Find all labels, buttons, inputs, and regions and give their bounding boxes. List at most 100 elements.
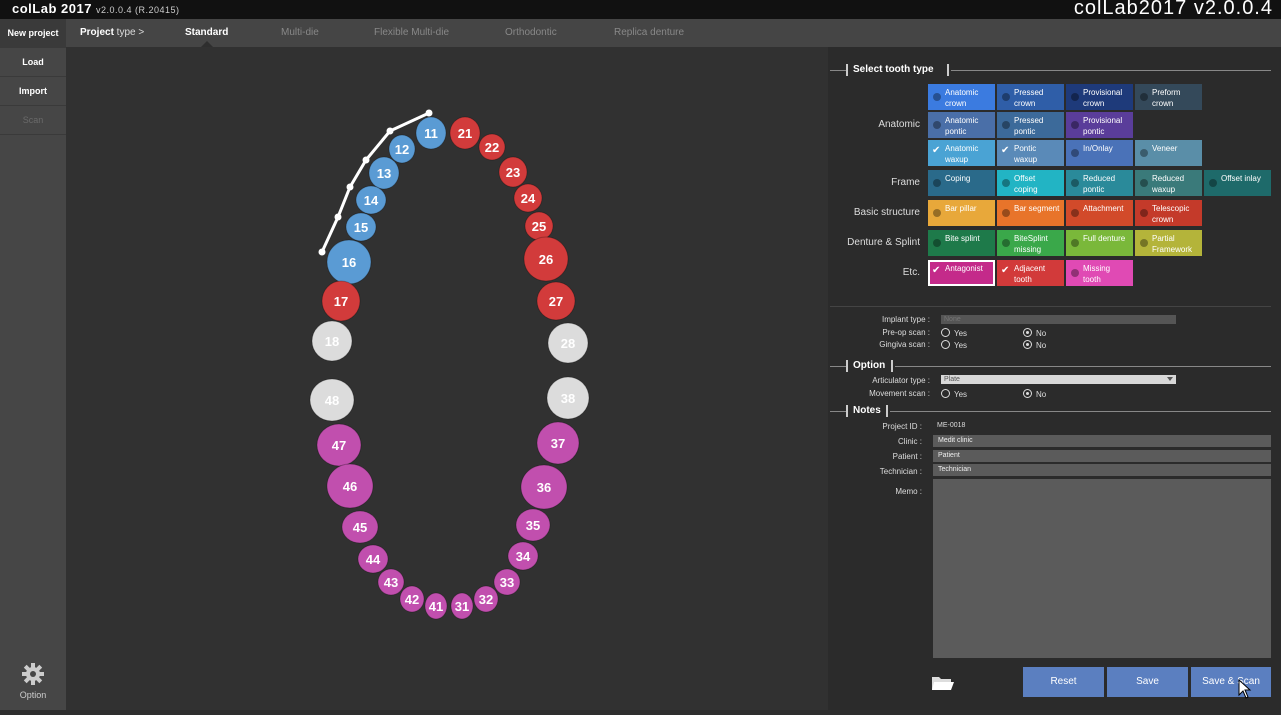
section-line [830,366,846,367]
tooth-type-button-pontic-waxup[interactable]: ✔ Pontic waxup [997,140,1064,166]
checkmark-icon: ✔ [932,145,941,156]
tooth-26[interactable]: 26 [523,236,569,282]
tooth-25[interactable]: 25 [524,211,554,241]
tooth-type-button-anatomic-pontic[interactable]: Anatomic pontic [928,112,995,138]
tooth-type-button-provisional-pontic[interactable]: Provisional pontic [1066,112,1133,138]
tooth-17[interactable]: 17 [321,280,361,322]
tooth-28[interactable]: 28 [547,322,589,364]
tooth-14[interactable]: 14 [355,185,387,215]
tooth-41[interactable]: 41 [424,592,448,620]
tooth-type-button-in-onlay[interactable]: In/Onlay [1066,140,1133,166]
option-button[interactable]: Option [0,662,66,700]
articulator-type-select[interactable]: Plate [941,375,1176,384]
tooth-34[interactable]: 34 [507,541,539,571]
tooth-16[interactable]: 16 [326,239,372,285]
tooth-type-button-offset-coping[interactable]: Offset coping [997,170,1064,196]
tooth-type-button-antagonist[interactable]: ✔ Antagonist [928,260,995,286]
tooth-type-button-missing-tooth[interactable]: Missing tooth [1066,260,1133,286]
tab-replica-denture[interactable]: Replica denture [614,27,684,38]
tooth-12[interactable]: 12 [388,134,416,164]
tooth-type-button-reduced-waxup[interactable]: Reduced waxup [1135,170,1202,196]
gingiva-scan-no-radio[interactable]: No [1023,340,1046,350]
bridge-node-handle[interactable] [425,109,433,117]
tooth-type-button-anatomic-crown[interactable]: Anatomic crown [928,84,995,110]
bridge-node-handle[interactable] [334,213,342,221]
tooth-number: 38 [561,391,575,406]
tooth-43[interactable]: 43 [377,568,405,596]
tab-flexible-multi-die[interactable]: Flexible Multi-die [374,27,449,38]
preop-scan-yes-radio[interactable]: Yes [941,328,967,338]
tooth-33[interactable]: 33 [493,568,521,596]
tooth-15[interactable]: 15 [345,212,377,242]
new-project-button[interactable]: New project [0,19,66,48]
tooth-type-label: Pressed pontic [1014,116,1044,136]
save-and-scan-button[interactable]: Save & Scan [1191,667,1271,697]
radio-label: Yes [954,390,968,399]
bridge-node-handle[interactable] [346,183,354,191]
tooth-13[interactable]: 13 [368,156,400,190]
tooth-type-button-telescopic-crown[interactable]: Telescopic crown [1135,200,1202,226]
import-button[interactable]: Import [0,77,66,106]
tooth-47[interactable]: 47 [316,423,362,467]
tooth-type-button-full-denture[interactable]: Full denture [1066,230,1133,256]
tooth-24[interactable]: 24 [513,183,543,213]
gingiva-scan-yes-radio[interactable]: Yes [941,340,967,350]
tooth-type-button-veneer[interactable]: Veneer [1135,140,1202,166]
movement-scan-yes-radio[interactable]: Yes [941,389,967,399]
tooth-number: 43 [384,575,398,590]
tooth-type-button-coping[interactable]: Coping [928,170,995,196]
folder-icon[interactable] [931,674,955,692]
tooth-18[interactable]: 18 [311,320,353,362]
memo-textarea[interactable] [933,479,1271,658]
load-button[interactable]: Load [0,48,66,77]
tooth-27[interactable]: 27 [536,281,576,321]
tooth-type-button-partial-framework[interactable]: Partial Framework [1135,230,1202,256]
tooth-type-label: Missing tooth [1083,264,1111,284]
clinic-field[interactable]: Medit clinic [933,435,1271,447]
bridge-node-handle[interactable] [386,127,394,135]
brand-name: colLab 2017 [12,1,92,16]
tooth-23[interactable]: 23 [498,156,528,188]
tooth-type-button-bitesplint-missing[interactable]: BiteSplint missing [997,230,1064,256]
tooth-type-button-bar-segment[interactable]: Bar segment [997,200,1064,226]
tooth-37[interactable]: 37 [536,421,580,465]
patient-field[interactable]: Patient [933,450,1271,462]
implant-type-select[interactable]: None [941,315,1176,324]
movement-scan-no-radio[interactable]: No [1023,389,1046,399]
tooth-type-button-reduced-pontic[interactable]: Reduced pontic [1066,170,1133,196]
tooth-type-button-bite-splint[interactable]: Bite splint [928,230,995,256]
reset-button[interactable]: Reset [1023,667,1104,697]
tooth-type-button-attachment[interactable]: Attachment [1066,200,1133,226]
bridge-node-handle[interactable] [362,156,370,164]
tooth-21[interactable]: 21 [449,116,481,150]
technician-field[interactable]: Technician [933,464,1271,476]
tooth-48[interactable]: 48 [309,378,355,422]
tooth-44[interactable]: 44 [357,544,389,574]
tooth-type-button-pressed-crown[interactable]: Pressed crown [997,84,1064,110]
tooth-42[interactable]: 42 [399,585,425,613]
tooth-36[interactable]: 36 [520,464,568,510]
scan-button[interactable]: Scan [0,106,66,135]
tooth-35[interactable]: 35 [515,508,551,542]
bridge-node-handle[interactable] [318,248,326,256]
tooth-type-button-preform-crown[interactable]: Preform crown [1135,84,1202,110]
tooth-type-button-bar-pillar[interactable]: Bar pillar [928,200,995,226]
tooth-32[interactable]: 32 [473,585,499,613]
tooth-45[interactable]: 45 [341,510,379,544]
tab-standard[interactable]: Standard [185,27,228,38]
tooth-38[interactable]: 38 [546,376,590,420]
tooth-46[interactable]: 46 [326,463,374,509]
tooth-22[interactable]: 22 [478,133,506,161]
tooth-type-button-pressed-pontic[interactable]: Pressed pontic [997,112,1064,138]
preop-scan-no-radio[interactable]: No [1023,328,1046,338]
save-button[interactable]: Save [1107,667,1188,697]
tooth-type-button-anatomic-waxup[interactable]: ✔ Anatomic waxup [928,140,995,166]
tooth-type-button-offset-inlay[interactable]: Offset inlay [1204,170,1271,196]
radio-label: No [1036,329,1047,338]
tooth-31[interactable]: 31 [450,592,474,620]
tab-multi-die[interactable]: Multi-die [281,27,319,38]
tooth-11[interactable]: 11 [415,116,447,150]
tab-orthodontic[interactable]: Orthodontic [505,27,557,38]
tooth-type-button-adjacent-tooth[interactable]: ✔ Adjacent tooth [997,260,1064,286]
tooth-type-button-provisional-crown[interactable]: Provisional crown [1066,84,1133,110]
